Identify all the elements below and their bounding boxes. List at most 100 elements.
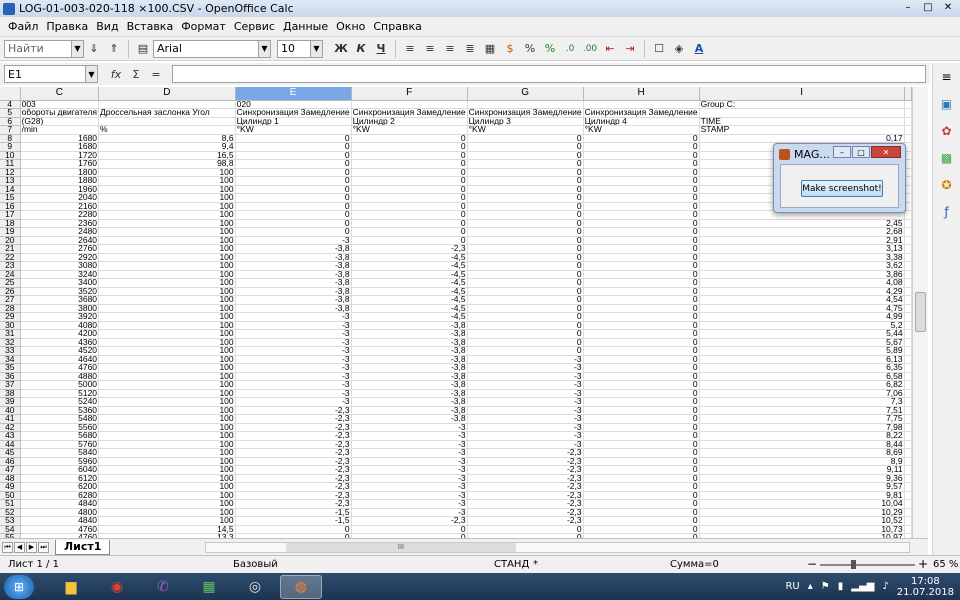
cell-d[interactable]: 100 — [98, 202, 236, 211]
column-header-e[interactable]: E — [235, 87, 352, 101]
cell-j[interactable] — [904, 261, 912, 271]
cell-d[interactable]: 9,4 — [98, 142, 236, 152]
row-header[interactable]: 32 — [0, 338, 21, 347]
cell-g[interactable]: 0 — [467, 312, 584, 322]
decrease-indent-icon[interactable]: ⇤ — [600, 39, 620, 59]
menu-help[interactable]: Справка — [369, 20, 425, 33]
cell-e[interactable]: -2,3 — [235, 465, 352, 475]
row-header[interactable]: 20 — [0, 236, 21, 245]
cell-f[interactable]: -3,8 — [351, 397, 468, 407]
align-right-icon[interactable]: ≡ — [440, 39, 460, 59]
cell-j[interactable] — [904, 117, 912, 126]
cell-f[interactable]: -3 — [351, 508, 468, 517]
cell-e[interactable]: 0 — [235, 210, 352, 220]
row-header[interactable]: 51 — [0, 499, 21, 509]
cell-c[interactable]: 5120 — [20, 389, 100, 398]
cell-i[interactable]: 6,13 — [699, 355, 905, 364]
cell-j[interactable] — [904, 499, 912, 509]
italic-button[interactable]: К — [351, 39, 371, 59]
cell-e[interactable]: °KW — [235, 125, 352, 135]
diagnostic-app-icon[interactable]: ◎ — [234, 575, 276, 599]
cell-c[interactable]: 4520 — [20, 346, 100, 356]
cell-f[interactable]: -3 — [351, 474, 468, 483]
cell-e[interactable]: -2,3 — [235, 423, 352, 432]
cell-f[interactable]: 0 — [351, 134, 468, 143]
cell-i[interactable]: 2,45 — [699, 219, 905, 228]
cell-c[interactable]: 2360 — [20, 219, 100, 228]
row-header[interactable]: 24 — [0, 270, 21, 279]
cell-g[interactable]: -2,3 — [467, 448, 584, 458]
cell-f[interactable]: -3 — [351, 440, 468, 449]
cell-f[interactable]: Синхронизация Замедление — [351, 108, 468, 118]
chrome-icon[interactable]: ◉ — [96, 575, 138, 599]
cell-g[interactable]: -3 — [467, 431, 584, 441]
cell-d[interactable]: 100 — [98, 474, 236, 483]
row-header[interactable]: 19 — [0, 227, 21, 237]
cell-j[interactable] — [904, 329, 912, 339]
cell-i[interactable]: 5,2 — [699, 321, 905, 330]
cell-h[interactable]: 0 — [583, 227, 700, 237]
menu-tools[interactable]: Сервис — [230, 20, 279, 33]
row-header[interactable]: 28 — [0, 304, 21, 313]
cell-d[interactable]: 100 — [98, 397, 236, 407]
row-header[interactable]: 7 — [0, 125, 21, 135]
cell-c[interactable]: 5000 — [20, 380, 100, 390]
menu-window[interactable]: Окно — [332, 20, 369, 33]
cell-c[interactable]: 1680 — [20, 142, 100, 152]
cell-d[interactable]: 100 — [98, 227, 236, 237]
zoom-out-icon[interactable]: − — [807, 557, 817, 571]
font-name-select[interactable]: Arial ▼ — [153, 39, 271, 58]
cell-e[interactable]: -3 — [235, 312, 352, 322]
cell-f[interactable]: -3,8 — [351, 338, 468, 347]
cell-i[interactable]: 7,06 — [699, 389, 905, 398]
cell-g[interactable]: 0 — [467, 134, 584, 143]
cell-g[interactable]: 0 — [467, 159, 584, 169]
battery-icon[interactable]: ▮ — [838, 581, 844, 592]
cell-e[interactable]: -2,3 — [235, 474, 352, 483]
cell-j[interactable] — [904, 363, 912, 373]
cell-g[interactable]: 0 — [467, 253, 584, 262]
cell-j[interactable] — [904, 312, 912, 322]
cell-j[interactable] — [904, 304, 912, 313]
cell-d[interactable]: 100 — [98, 295, 236, 305]
cell-h[interactable]: 0 — [583, 193, 700, 203]
cell-i[interactable]: 9,81 — [699, 491, 905, 500]
cell-d[interactable]: 100 — [98, 287, 236, 296]
cell-c[interactable]: 4200 — [20, 329, 100, 339]
cell-f[interactable]: 0 — [351, 236, 468, 245]
cell-c[interactable]: 2640 — [20, 236, 100, 245]
cell-f[interactable]: -3,8 — [351, 389, 468, 398]
cell-g[interactable]: -2,3 — [467, 499, 584, 509]
cell-e[interactable]: 0 — [235, 176, 352, 186]
functions-icon[interactable]: ƒ — [937, 202, 957, 222]
cell-i[interactable]: 4,08 — [699, 278, 905, 288]
cell-i[interactable]: 4,29 — [699, 287, 905, 296]
cell-c[interactable]: 1960 — [20, 185, 100, 194]
cell-c[interactable]: 3240 — [20, 270, 100, 279]
cell-h[interactable]: 0 — [583, 440, 700, 449]
cell-f[interactable]: -3 — [351, 431, 468, 441]
cell-d[interactable]: 8,6 — [98, 134, 236, 143]
cell-d[interactable]: 100 — [98, 406, 236, 415]
menu-edit[interactable]: Правка — [42, 20, 92, 33]
cell-h[interactable]: 0 — [583, 406, 700, 415]
cell-i[interactable]: 10,52 — [699, 516, 905, 526]
cell-f[interactable]: Цилиндр 2 — [351, 117, 468, 126]
cell-i[interactable]: 4,75 — [699, 304, 905, 313]
cell-j[interactable] — [904, 414, 912, 424]
cell-f[interactable]: -4,5 — [351, 312, 468, 322]
cell-c[interactable]: 4080 — [20, 321, 100, 330]
cell-c[interactable]: 1720 — [20, 151, 100, 160]
cell-d[interactable]: 100 — [98, 482, 236, 492]
cell-d[interactable]: 100 — [98, 176, 236, 186]
cell-h[interactable]: 0 — [583, 168, 700, 177]
cell-h[interactable]: 0 — [583, 176, 700, 186]
cell-e[interactable]: -2,3 — [235, 499, 352, 509]
cell-d[interactable]: 100 — [98, 516, 236, 526]
cell-i[interactable] — [699, 108, 905, 118]
currency-icon[interactable]: $ — [500, 39, 520, 59]
cell-j[interactable] — [904, 491, 912, 500]
cell-j[interactable] — [904, 287, 912, 296]
vertical-scroll-thumb[interactable] — [915, 292, 926, 332]
cell-i[interactable]: 6,35 — [699, 363, 905, 373]
